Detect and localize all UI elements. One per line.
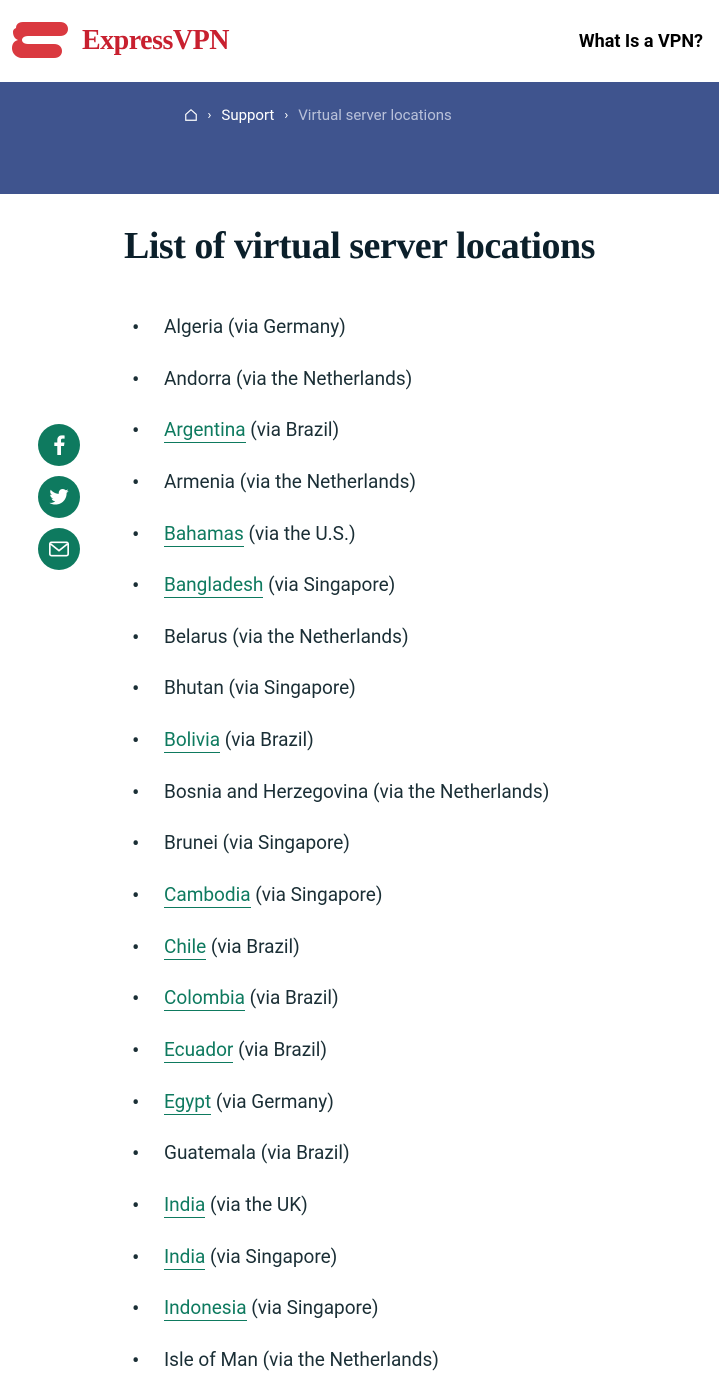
location-name: Isle of Man xyxy=(164,1348,258,1371)
location-via: (via Singapore) xyxy=(224,676,356,699)
list-item: Bahamas (via the U.S.) xyxy=(124,521,699,547)
location-via: (via Brazil) xyxy=(245,986,339,1009)
location-via: (via Singapore) xyxy=(247,1296,379,1319)
share-twitter-button[interactable] xyxy=(38,476,80,518)
list-item: Bangladesh (via Singapore) xyxy=(124,572,699,598)
list-item: Armenia (via the Netherlands) xyxy=(124,469,699,495)
main-content: List of virtual server locations Algeria… xyxy=(0,194,719,1372)
location-via: (via Singapore) xyxy=(205,1245,337,1268)
list-item: Andorra (via the Netherlands) xyxy=(124,366,699,392)
twitter-icon xyxy=(49,489,69,505)
home-icon[interactable] xyxy=(184,108,198,122)
location-via: (via Germany) xyxy=(211,1090,334,1113)
location-via: (via Singapore) xyxy=(218,831,350,854)
location-link[interactable]: Bahamas xyxy=(164,522,244,547)
location-via: (via the U.S.) xyxy=(244,522,356,545)
list-item: Argentina (via Brazil) xyxy=(124,417,699,443)
list-item: Belarus (via the Netherlands) xyxy=(124,624,699,650)
location-via: (via the Netherlands) xyxy=(231,367,412,390)
location-via: (via Brazil) xyxy=(233,1038,327,1061)
location-link[interactable]: Argentina xyxy=(164,418,246,443)
location-link[interactable]: India xyxy=(164,1193,205,1218)
list-item: Colombia (via Brazil) xyxy=(124,985,699,1011)
location-via: (via Singapore) xyxy=(251,883,383,906)
location-link[interactable]: Egypt xyxy=(164,1090,211,1115)
location-name: Bhutan xyxy=(164,676,224,699)
list-item: Bhutan (via Singapore) xyxy=(124,675,699,701)
location-via: (via the Netherlands) xyxy=(235,470,416,493)
breadcrumb-separator: › xyxy=(208,108,212,123)
expressvpn-logo-icon xyxy=(10,18,70,64)
location-name: Armenia xyxy=(164,470,235,493)
email-icon xyxy=(49,541,69,557)
location-link[interactable]: Indonesia xyxy=(164,1296,247,1321)
list-item: Egypt (via Germany) xyxy=(124,1089,699,1115)
list-item: India (via the UK) xyxy=(124,1192,699,1218)
location-link[interactable]: Chile xyxy=(164,935,206,960)
location-via: (via the UK) xyxy=(205,1193,307,1216)
location-name: Bosnia and Herzegovina xyxy=(164,780,368,803)
location-via: (via the Netherlands) xyxy=(228,625,409,648)
list-item: Indonesia (via Singapore) xyxy=(124,1295,699,1321)
list-item: India (via Singapore) xyxy=(124,1244,699,1270)
list-item: Guatemala (via Brazil) xyxy=(124,1140,699,1166)
brand-logo[interactable]: ExpressVPN xyxy=(10,18,229,64)
location-via: (via Germany) xyxy=(223,315,346,338)
location-link[interactable]: Bolivia xyxy=(164,728,220,753)
location-link[interactable]: Bangladesh xyxy=(164,573,263,598)
breadcrumb-separator: › xyxy=(284,108,288,123)
list-item: Ecuador (via Brazil) xyxy=(124,1037,699,1063)
location-via: (via the Netherlands) xyxy=(258,1348,439,1371)
social-share-rail xyxy=(38,424,80,570)
brand-name: ExpressVPN xyxy=(82,25,229,57)
location-via: (via the Netherlands) xyxy=(368,780,549,803)
location-via: (via Singapore) xyxy=(263,573,395,596)
location-name: Algeria xyxy=(164,315,223,338)
location-via: (via Brazil) xyxy=(246,418,340,441)
location-name: Brunei xyxy=(164,831,218,854)
nav-what-is-vpn[interactable]: What Is a VPN? xyxy=(579,31,709,52)
breadcrumb: › Support › Virtual server locations xyxy=(60,106,660,124)
list-item: Bosnia and Herzegovina (via the Netherla… xyxy=(124,779,699,805)
list-item: Isle of Man (via the Netherlands) xyxy=(124,1347,699,1373)
location-name: Belarus xyxy=(164,625,228,648)
breadcrumb-support[interactable]: Support xyxy=(221,106,274,124)
location-link[interactable]: Colombia xyxy=(164,986,245,1011)
breadcrumb-bar: › Support › Virtual server locations xyxy=(0,82,719,194)
location-via: (via Brazil) xyxy=(206,935,300,958)
location-link[interactable]: Cambodia xyxy=(164,883,251,908)
breadcrumb-current: Virtual server locations xyxy=(298,106,452,124)
list-item: Bolivia (via Brazil) xyxy=(124,727,699,753)
location-via: (via Brazil) xyxy=(220,728,314,751)
share-email-button[interactable] xyxy=(38,528,80,570)
facebook-icon xyxy=(53,435,65,455)
location-via: (via Brazil) xyxy=(256,1141,350,1164)
location-link[interactable]: India xyxy=(164,1245,205,1270)
site-header: ExpressVPN What Is a VPN? xyxy=(0,0,719,82)
list-item: Algeria (via Germany) xyxy=(124,314,699,340)
list-item: Cambodia (via Singapore) xyxy=(124,882,699,908)
locations-list: Algeria (via Germany) Andorra (via the Ne… xyxy=(124,314,699,1372)
location-name: Guatemala xyxy=(164,1141,256,1164)
location-name: Andorra xyxy=(164,367,231,390)
page-title: List of virtual server locations xyxy=(124,224,699,268)
location-link[interactable]: Ecuador xyxy=(164,1038,233,1063)
list-item: Brunei (via Singapore) xyxy=(124,830,699,856)
share-facebook-button[interactable] xyxy=(38,424,80,466)
list-item: Chile (via Brazil) xyxy=(124,934,699,960)
